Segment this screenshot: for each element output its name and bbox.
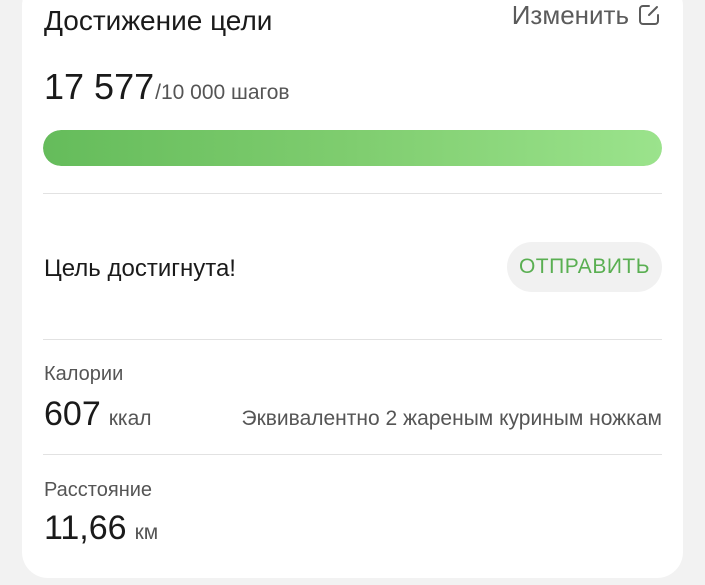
distance-value: 11,66 xyxy=(44,509,127,547)
calories-equivalent: Эквивалентно 2 жареным куриным ножкам xyxy=(241,407,662,430)
calories-value: 607 xyxy=(44,395,101,433)
edit-icon xyxy=(637,3,661,27)
calories-unit: ккал xyxy=(108,407,152,430)
progress-fill xyxy=(43,130,662,166)
send-button[interactable]: ОТПРАВИТЬ xyxy=(507,242,662,292)
goal-status-text: Цель достигнута! xyxy=(44,255,236,282)
steps-count: 17 577 /10 000 шагов xyxy=(44,66,290,108)
distance-unit: км xyxy=(134,521,159,544)
edit-goal-button[interactable]: Изменить xyxy=(512,0,661,30)
edit-label: Изменить xyxy=(511,0,629,30)
steps-target: /10 000 шагов xyxy=(155,81,290,104)
distance-label: Расстояние xyxy=(44,479,153,501)
divider xyxy=(43,339,662,340)
distance-value-row: 11,66 км xyxy=(44,508,158,548)
calories-label: Калории xyxy=(44,363,124,385)
divider xyxy=(43,193,662,194)
goal-title: Достижение цели xyxy=(44,5,273,36)
progress-bar xyxy=(43,130,662,166)
divider xyxy=(43,454,662,455)
calories-value-row: 607 ккал xyxy=(44,394,152,434)
steps-value: 17 577 xyxy=(44,66,155,107)
